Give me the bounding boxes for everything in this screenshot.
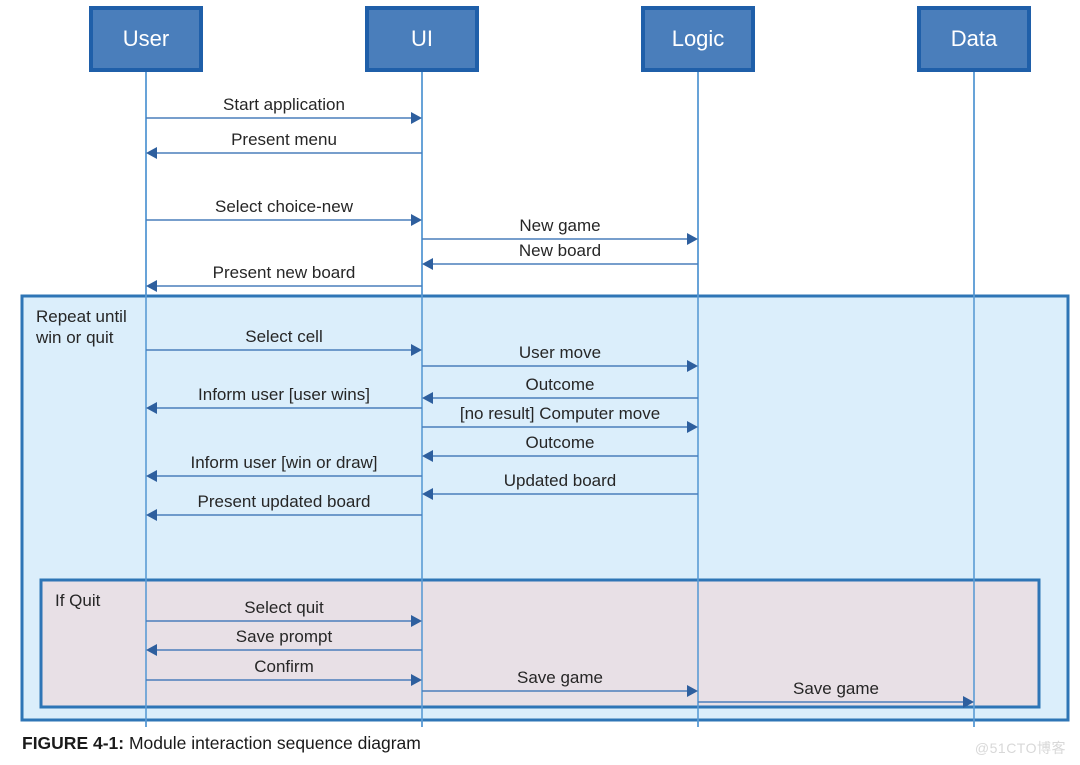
- message-label: Save prompt: [236, 627, 333, 646]
- message-m05: New board: [422, 241, 698, 270]
- message-arrowhead: [411, 214, 422, 226]
- sequence-diagram-figure: Repeat until win or quit If Quit Start app…: [0, 0, 1080, 765]
- message-label: Select cell: [245, 327, 322, 346]
- fragment-label-if-quit: If Quit: [55, 591, 101, 610]
- message-arrowhead: [422, 258, 433, 270]
- message-m02: Present menu: [146, 130, 422, 159]
- lifeline-header-user[interactable]: User: [89, 6, 203, 72]
- message-arrowhead: [687, 233, 698, 245]
- lifeline-label-logic: Logic: [672, 26, 725, 51]
- message-label: Updated board: [504, 471, 616, 490]
- message-label: Present menu: [231, 130, 337, 149]
- message-label: Select quit: [244, 598, 324, 617]
- message-label: Start application: [223, 95, 345, 114]
- lifeline-label-ui: UI: [411, 26, 433, 51]
- message-arrowhead: [146, 147, 157, 159]
- figure-caption: FIGURE 4-1: Module interaction sequence …: [22, 733, 421, 754]
- message-label: Present updated board: [198, 492, 371, 511]
- message-m01: Start application: [146, 95, 422, 124]
- message-label: Save game: [793, 679, 879, 698]
- lifeline-label-user: User: [123, 26, 169, 51]
- message-label: Select choice-new: [215, 197, 354, 216]
- message-m06: Present new board: [146, 263, 422, 292]
- lifeline-headers-layer: User UI Logic Data: [89, 6, 1031, 72]
- message-label: Inform user [win or draw]: [190, 453, 377, 472]
- message-label: User move: [519, 343, 601, 362]
- figure-title: Module interaction sequence diagram: [128, 733, 421, 753]
- message-label: Confirm: [254, 657, 314, 676]
- message-label: [no result] Computer move: [460, 404, 660, 423]
- figure-number: FIGURE 4-1:: [22, 733, 125, 753]
- fragment-if-quit: [39, 578, 1041, 709]
- lifeline-label-data: Data: [951, 26, 998, 51]
- message-label: Outcome: [526, 433, 595, 452]
- message-label: Present new board: [213, 263, 356, 282]
- lifeline-header-ui[interactable]: UI: [365, 6, 479, 72]
- watermark-label: @51CTO博客: [974, 740, 1066, 756]
- lifeline-header-data[interactable]: Data: [917, 6, 1031, 72]
- message-label: Inform user [user wins]: [198, 385, 370, 404]
- message-arrowhead: [146, 280, 157, 292]
- message-arrowhead: [411, 112, 422, 124]
- message-label: New board: [519, 241, 601, 260]
- message-m03: Select choice-new: [146, 197, 422, 226]
- message-label: Save game: [517, 668, 603, 687]
- message-label: Outcome: [526, 375, 595, 394]
- message-label: New game: [519, 216, 600, 235]
- lifeline-header-logic[interactable]: Logic: [641, 6, 755, 72]
- sequence-diagram-canvas: Repeat until win or quitIf Quit Start app…: [20, 6, 1070, 727]
